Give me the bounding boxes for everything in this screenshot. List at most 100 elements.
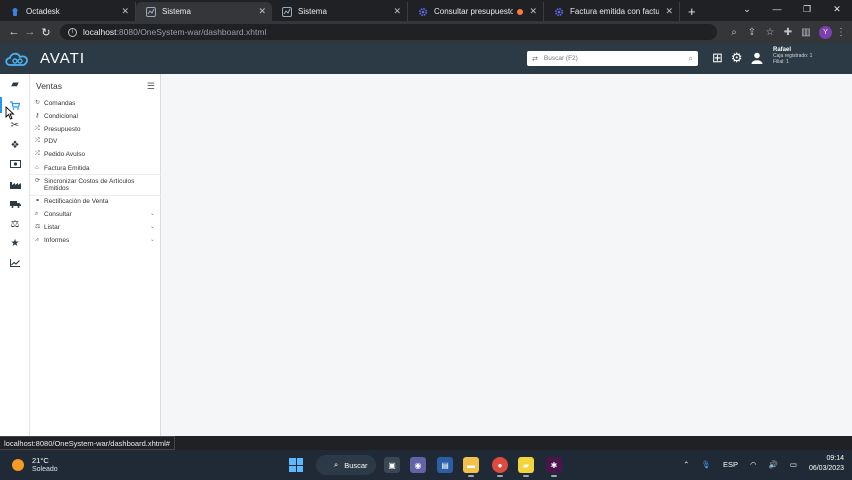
close-icon[interactable]: ✕ (393, 6, 401, 17)
teams-icon[interactable]: ◉ (410, 457, 426, 473)
weather-temp: 21°C (32, 456, 49, 465)
chevron-down-icon: ⌄ (149, 224, 155, 230)
header-actions: ⊞ ⚙ (712, 51, 763, 65)
share-icon[interactable]: ⇪ (743, 27, 761, 38)
menu-item-listar[interactable]: ⚖ Listar ⌄ (35, 224, 155, 231)
rail-item-favorites[interactable]: ★ (0, 233, 30, 253)
key-icon: ⚷ (35, 113, 40, 119)
menu-item-label: PDV (44, 138, 58, 145)
sidepanel-icon[interactable]: ▥ (797, 27, 815, 38)
chrome-icon[interactable]: ● (492, 457, 508, 477)
forward-icon[interactable]: → (22, 26, 38, 38)
submenu-panel: Ventas ☰ ↻ Comandas ⚷ Condicional ⤮ Pres… (30, 74, 161, 436)
rail-item-logistics[interactable] (0, 194, 30, 214)
hamburger-icon[interactable]: ☰ (147, 81, 155, 92)
search-icon[interactable]: ⌕ (689, 54, 693, 64)
close-icon[interactable]: ✕ (258, 6, 266, 17)
volume-icon[interactable]: 🔊 (769, 460, 778, 469)
tools-icon: ✂ (10, 119, 20, 131)
system-clock[interactable]: 09:14 06/03/2023 (809, 454, 844, 474)
swap-icon[interactable]: ⇄ (532, 55, 538, 63)
menu-item-presupuesto[interactable]: ⤮ Presupuesto (35, 126, 155, 133)
tab-octadesk[interactable]: Octadesk ✕ (0, 2, 136, 21)
menu-item-sincronizar-costos[interactable]: ⟳ Sincronizar Costos de Artículos Emitid… (35, 178, 155, 192)
new-tab-button[interactable]: + (680, 2, 704, 21)
close-icon[interactable]: ✕ (121, 6, 129, 17)
tab-sistema-active[interactable]: Sistema ✕ (136, 2, 272, 21)
truck-icon (9, 201, 21, 208)
boxes-icon: ❖ (10, 139, 20, 151)
slack-icon[interactable]: ✱ (546, 457, 562, 477)
tab-consultar-presupuestos[interactable]: Consultar presupuestos ✕ (408, 2, 544, 21)
menu-item-label: Consultar (44, 211, 72, 218)
chevron-up-icon[interactable]: ⌃ (683, 460, 689, 469)
extensions-icon[interactable]: ✚ (779, 27, 797, 38)
restore-icon[interactable]: ❐ (792, 0, 822, 18)
wifi-icon[interactable]: ◠ (750, 460, 757, 469)
menu-item-pedido-avulso[interactable]: ⤮ Pedido Avulso (35, 151, 155, 158)
star-icon: ★ (10, 237, 20, 249)
reload-icon[interactable]: ↻ (38, 26, 54, 39)
menu-item-comandas[interactable]: ↻ Comandas (35, 100, 155, 107)
tab-title: Sistema (298, 7, 327, 16)
clock-time: 09:14 (826, 455, 844, 462)
bookmark-star-icon[interactable]: ☆ (761, 27, 779, 38)
language-indicator[interactable]: ESP (723, 460, 738, 469)
tab-sistema[interactable]: Sistema ✕ (272, 2, 408, 21)
gear-icon (554, 7, 564, 16)
menu-item-rectificacion[interactable]: ⚭ Rectificación de Venta (35, 198, 155, 205)
site-info-icon[interactable]: i (68, 27, 77, 37)
file-explorer-icon[interactable]: ▬ (463, 457, 479, 477)
rail-item-stock[interactable]: ❖ (0, 135, 30, 155)
app-icon[interactable]: ▤ (437, 457, 453, 473)
brand-name: AVATI (40, 50, 86, 67)
microphone-icon[interactable]: 🎙 (701, 460, 711, 469)
close-icon[interactable]: ✕ (529, 6, 537, 17)
tab-title: Factura emitida con factura (570, 7, 660, 16)
browser-actions: ⌕ ⇪ ☆ ✚ ▥ Y ⋮ (725, 25, 846, 39)
menu-item-pdv[interactable]: ⤮ PDV (35, 138, 155, 145)
rail-item-legal[interactable]: ⚖ (0, 214, 30, 234)
profile-avatar[interactable]: Y (819, 25, 832, 39)
handshake-icon: ⚭ (35, 198, 41, 204)
sticky-notes-icon[interactable]: ▰ (518, 457, 534, 477)
sistema-icon (282, 6, 292, 17)
address-bar[interactable]: i localhost:8080/OneSystem-war/dashboard… (60, 24, 717, 40)
scale-icon: ⚖ (35, 224, 41, 230)
tab-factura-emitida[interactable]: Factura emitida con factura ✕ (544, 2, 680, 21)
book-icon: ▰ (11, 78, 19, 90)
factory-icon: ⌂ (35, 165, 39, 171)
minimize-icon[interactable]: — (762, 0, 792, 18)
search-input[interactable] (543, 55, 689, 62)
menu-item-label: Rectificación de Venta (44, 198, 109, 205)
octadesk-icon (12, 7, 18, 16)
add-window-icon[interactable]: ⊞ (712, 51, 723, 65)
user-info[interactable]: Rafael Caja registrado: 1 Filial: 1 (773, 47, 812, 65)
panel-title: Ventas (36, 81, 62, 91)
url-path: :8080/OneSystem-war/dashboard.xhtml (116, 27, 267, 37)
menu-kebab-icon[interactable]: ⋮ (836, 27, 846, 38)
back-icon[interactable]: ← (6, 26, 22, 38)
menu-item-label: Presupuesto (44, 126, 81, 133)
taskbar-search-button[interactable]: ⌕ Buscar (316, 455, 376, 475)
menu-item-condicional[interactable]: ⚷ Condicional (35, 113, 155, 120)
url-host: localhost (83, 27, 117, 37)
user-icon[interactable] (751, 52, 763, 64)
menu-item-consultar[interactable]: ⌕ Consultar ⌄ (35, 211, 155, 218)
rail-item-reports[interactable] (0, 253, 30, 273)
rail-item-book[interactable]: ▰ (0, 74, 30, 94)
gear-icon[interactable]: ⚙ (731, 51, 743, 65)
weather-widget[interactable]: 21°C Soleado (12, 456, 58, 474)
menu-item-factura-emitida[interactable]: ⌂ Factura Emitida (35, 165, 155, 172)
battery-icon[interactable]: ▭ (790, 460, 797, 469)
rail-item-production[interactable] (0, 174, 30, 194)
chevron-down-icon: ⌄ (149, 211, 155, 217)
menu-item-informes[interactable]: ⩘ Informes ⌄ (35, 237, 155, 244)
rail-item-finance[interactable] (0, 154, 30, 174)
close-window-icon[interactable]: ✕ (822, 0, 852, 18)
tab-search-icon[interactable]: ⌄ (732, 0, 762, 18)
windows-start-icon[interactable] (289, 458, 303, 472)
zoom-icon[interactable]: ⌕ (725, 27, 743, 38)
task-view-icon[interactable]: ▣ (384, 457, 400, 473)
close-icon[interactable]: ✕ (665, 6, 673, 17)
